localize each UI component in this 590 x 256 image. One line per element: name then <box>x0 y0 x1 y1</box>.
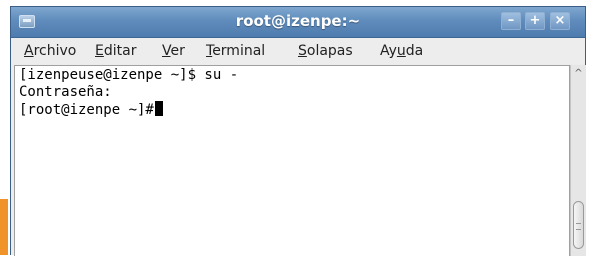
menu-ver[interactable]: Ver <box>162 43 185 59</box>
terminal-prompt: [root@izenpe ~]# <box>19 102 154 118</box>
scroll-up-arrow-icon[interactable]: ^ <box>572 67 585 81</box>
terminal-line: [izenpeuse@izenpe ~]$ su - <box>19 67 239 83</box>
menu-bar: Archivo Editar Ver Terminal Solapas Ayud… <box>11 38 585 64</box>
terminal-line: [root@izenpe ~]# <box>19 101 569 118</box>
terminal-line: Contraseña: <box>19 84 112 100</box>
minimize-icon: – <box>507 13 515 28</box>
window-title: root@izenpe:~ <box>235 12 361 30</box>
close-icon: × <box>554 13 566 28</box>
terminal-window: root@izenpe:~ – + × Archivo Editar Ver T… <box>10 6 586 256</box>
menu-editar[interactable]: Editar <box>95 43 136 59</box>
menu-ayuda[interactable]: Ayuda <box>380 43 423 59</box>
maximize-icon: + <box>529 13 541 28</box>
menu-terminal[interactable]: Terminal <box>206 43 265 59</box>
menu-solapas[interactable]: Solapas <box>298 43 353 59</box>
menu-archivo[interactable]: Archivo <box>24 43 76 59</box>
decorative-orange-strip <box>0 199 8 255</box>
vertical-scrollbar[interactable]: ^ <box>570 65 586 256</box>
terminal-output[interactable]: [izenpeuse@izenpe ~]$ su - Contraseña: [… <box>14 65 570 256</box>
minimize-button[interactable]: – <box>501 12 521 30</box>
close-button[interactable]: × <box>550 12 570 30</box>
scrollbar-thumb[interactable] <box>573 201 584 249</box>
title-bar[interactable]: root@izenpe:~ – + × <box>11 7 585 38</box>
maximize-button[interactable]: + <box>525 12 545 30</box>
text-cursor <box>154 101 163 116</box>
